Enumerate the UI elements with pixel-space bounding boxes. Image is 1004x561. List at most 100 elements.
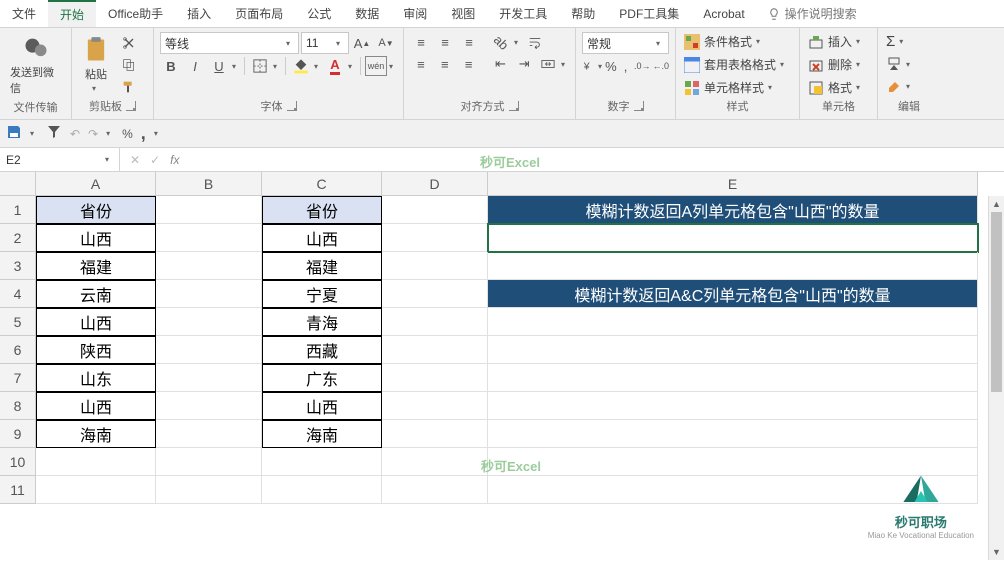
tab-developer[interactable]: 开发工具 xyxy=(487,0,559,27)
select-all-corner[interactable] xyxy=(0,172,36,196)
cell-C9[interactable]: 海南 xyxy=(262,420,382,448)
cell-D6[interactable] xyxy=(382,336,488,364)
decrease-decimal-button[interactable]: ←.0 xyxy=(652,56,669,76)
cell-A6[interactable]: 陕西 xyxy=(36,336,156,364)
cell-C1[interactable]: 省份 xyxy=(262,196,382,224)
insert-cells-button[interactable]: 插入▾ xyxy=(806,32,871,51)
cell-C8[interactable]: 山西 xyxy=(262,392,382,420)
tab-pdf-tools[interactable]: PDF工具集 xyxy=(607,0,691,27)
phonetic-button[interactable]: wén xyxy=(365,56,387,76)
cell-E5[interactable] xyxy=(488,308,978,336)
tab-review[interactable]: 审阅 xyxy=(391,0,439,27)
tab-acrobat[interactable]: Acrobat xyxy=(691,0,756,27)
tab-page-layout[interactable]: 页面布局 xyxy=(223,0,295,27)
cell-C10[interactable] xyxy=(262,448,382,476)
clear-button[interactable]: ▾ xyxy=(884,77,934,95)
cell-D9[interactable] xyxy=(382,420,488,448)
increase-decimal-button[interactable]: .0→ xyxy=(634,56,651,76)
cell-B1[interactable] xyxy=(156,196,262,224)
bold-button[interactable]: B xyxy=(160,56,182,76)
cell-B9[interactable] xyxy=(156,420,262,448)
col-header-C[interactable]: C xyxy=(262,172,382,196)
decrease-indent-button[interactable]: ⇤ xyxy=(489,54,511,74)
tab-help[interactable]: 帮助 xyxy=(559,0,607,27)
decrease-font-button[interactable]: A▼ xyxy=(375,33,397,53)
italic-button[interactable]: I xyxy=(184,56,206,76)
cell-A11[interactable] xyxy=(36,476,156,504)
tab-insert[interactable]: 插入 xyxy=(175,0,223,27)
cell-D2[interactable] xyxy=(382,224,488,252)
tab-home[interactable]: 开始 xyxy=(48,0,96,27)
col-header-B[interactable]: B xyxy=(156,172,262,196)
comma-format-button[interactable]: , xyxy=(619,56,632,76)
cell-D4[interactable] xyxy=(382,280,488,308)
row-header-3[interactable]: 3 xyxy=(0,252,36,280)
scroll-down-arrow[interactable]: ▼ xyxy=(989,544,1004,560)
cell-D11[interactable] xyxy=(382,476,488,504)
cell-C11[interactable] xyxy=(262,476,382,504)
send-to-wechat-button[interactable]: 发送到微信 xyxy=(6,32,65,98)
cell-A7[interactable]: 山东 xyxy=(36,364,156,392)
paste-button[interactable]: 粘贴▾ xyxy=(78,34,114,95)
cell-styles-button[interactable]: 单元格样式▾ xyxy=(682,78,793,97)
cell-A5[interactable]: 山西 xyxy=(36,308,156,336)
cell-B10[interactable] xyxy=(156,448,262,476)
undo-button[interactable]: ↶ xyxy=(70,127,80,141)
cell-A10[interactable] xyxy=(36,448,156,476)
format-painter-button[interactable] xyxy=(118,77,140,97)
copy-button[interactable] xyxy=(118,55,140,75)
cell-D10[interactable] xyxy=(382,448,488,476)
cell-D8[interactable] xyxy=(382,392,488,420)
increase-indent-button[interactable]: ⇥ xyxy=(513,54,535,74)
cell-A9[interactable]: 海南 xyxy=(36,420,156,448)
cell-B7[interactable] xyxy=(156,364,262,392)
filter-button[interactable] xyxy=(46,124,62,143)
borders-button[interactable] xyxy=(249,56,271,76)
cell-A8[interactable]: 山西 xyxy=(36,392,156,420)
accounting-format-button[interactable]: ¥ xyxy=(582,56,596,76)
number-format-select[interactable]: 常规▾ xyxy=(582,32,669,54)
tab-view[interactable]: 视图 xyxy=(439,0,487,27)
dialog-launcher-icon[interactable] xyxy=(509,101,519,111)
tab-office-helper[interactable]: Office助手 xyxy=(96,0,175,27)
align-middle-button[interactable]: ≡ xyxy=(434,32,456,52)
cell-B3[interactable] xyxy=(156,252,262,280)
cell-E10[interactable] xyxy=(488,448,978,476)
row-header-7[interactable]: 7 xyxy=(0,364,36,392)
cell-A1[interactable]: 省份 xyxy=(36,196,156,224)
format-cells-button[interactable]: 格式▾ xyxy=(806,78,871,97)
cell-E3[interactable] xyxy=(488,252,978,280)
font-color-button[interactable]: A xyxy=(324,56,346,76)
scroll-up-arrow[interactable]: ▲ xyxy=(989,196,1004,212)
percent-button[interactable]: % xyxy=(122,127,133,141)
fx-button[interactable]: fx xyxy=(170,153,179,167)
cell-A3[interactable]: 福建 xyxy=(36,252,156,280)
cell-C2[interactable]: 山西 xyxy=(262,224,382,252)
cell-E9[interactable] xyxy=(488,420,978,448)
align-center-button[interactable]: ≡ xyxy=(434,54,456,74)
percent-format-button[interactable]: % xyxy=(605,56,618,76)
dialog-launcher-icon[interactable] xyxy=(634,101,644,111)
save-button[interactable] xyxy=(6,124,22,143)
cell-C4[interactable]: 宁夏 xyxy=(262,280,382,308)
delete-cells-button[interactable]: 删除▾ xyxy=(806,55,871,74)
cell-C7[interactable]: 广东 xyxy=(262,364,382,392)
font-size-select[interactable]: 11▾ xyxy=(301,32,349,54)
align-left-button[interactable]: ≡ xyxy=(410,54,432,74)
cell-B5[interactable] xyxy=(156,308,262,336)
fill-button[interactable]: ▾ xyxy=(884,55,934,73)
cell-D1[interactable] xyxy=(382,196,488,224)
row-header-9[interactable]: 9 xyxy=(0,420,36,448)
orientation-button[interactable]: ab xyxy=(490,32,512,52)
cell-B11[interactable] xyxy=(156,476,262,504)
dialog-launcher-icon[interactable] xyxy=(126,101,136,111)
cell-D7[interactable] xyxy=(382,364,488,392)
increase-font-button[interactable]: A▲ xyxy=(351,33,373,53)
tell-me-search[interactable]: 操作说明搜索 xyxy=(767,5,857,22)
row-header-10[interactable]: 10 xyxy=(0,448,36,476)
cell-E2[interactable] xyxy=(488,224,978,252)
row-header-6[interactable]: 6 xyxy=(0,336,36,364)
align-right-button[interactable]: ≡ xyxy=(458,54,480,74)
format-as-table-button[interactable]: 套用表格格式▾ xyxy=(682,55,793,74)
cell-A4[interactable]: 云南 xyxy=(36,280,156,308)
